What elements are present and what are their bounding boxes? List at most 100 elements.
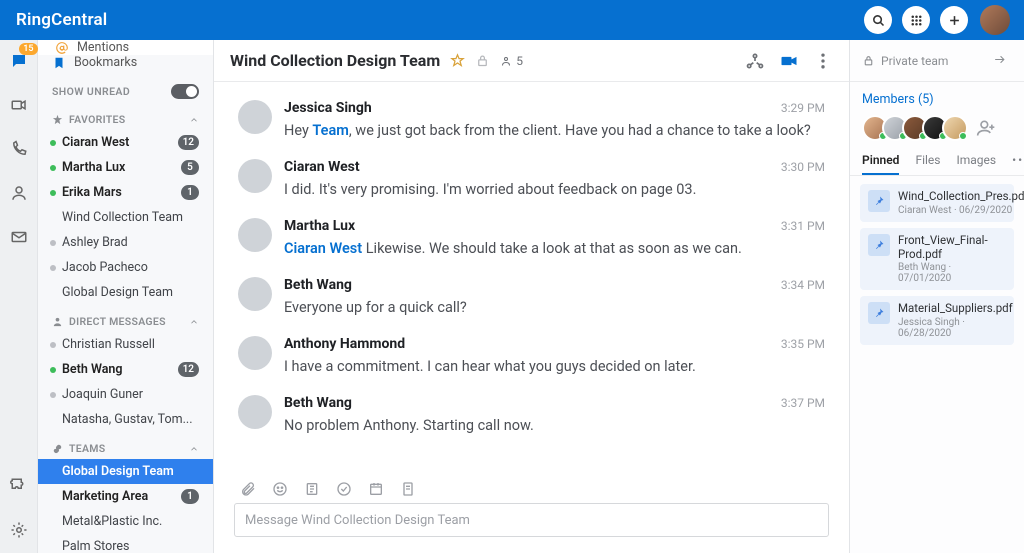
collapse-panel-button[interactable] xyxy=(993,53,1012,69)
sidebar-item[interactable]: Erika Mars1 xyxy=(38,180,213,205)
pinned-file-meta: Beth Wang · 07/01/2020 xyxy=(898,262,1006,284)
sidebar-item-label: Ashley Brad xyxy=(62,235,128,250)
lock-icon xyxy=(862,54,875,67)
presence-dot xyxy=(50,392,56,398)
message-time: 3:31 PM xyxy=(781,219,825,233)
event-button[interactable] xyxy=(368,481,384,497)
privacy-label: Private team xyxy=(881,54,948,68)
show-unread-label: SHOW UNREAD xyxy=(52,85,130,98)
message-time: 3:29 PM xyxy=(781,101,825,115)
plus-icon xyxy=(947,13,962,28)
presence-dot xyxy=(50,240,56,246)
link-small-icon xyxy=(52,443,63,454)
mention[interactable]: Ciaran West xyxy=(284,240,362,257)
lock-icon xyxy=(475,53,490,68)
sidebar-item[interactable]: Marketing Area1 xyxy=(38,484,213,509)
sidebar-item-label: Palm Stores xyxy=(62,539,129,553)
message-text: Everyone up for a quick call? xyxy=(284,297,825,318)
more-vertical-icon xyxy=(813,51,833,71)
sidebar-item[interactable]: Global Design Team xyxy=(38,280,213,305)
message-avatar[interactable] xyxy=(238,395,272,429)
sidebar-item[interactable]: Palm Stores xyxy=(38,534,213,553)
message: Beth Wang3:37 PMNo problem Anthony. Star… xyxy=(214,387,849,446)
favorite-star-button[interactable] xyxy=(450,53,465,68)
sidebar-item[interactable]: Joaquin Guner xyxy=(38,382,213,407)
task-button[interactable] xyxy=(336,481,352,497)
note-button[interactable] xyxy=(304,481,320,497)
member-count[interactable]: 5 xyxy=(500,54,523,68)
member-avatars xyxy=(862,115,1012,141)
dialpad-button[interactable] xyxy=(902,6,930,34)
attach-button[interactable] xyxy=(240,481,256,497)
sidebar-item[interactable]: Wind Collection Team xyxy=(38,205,213,230)
collapse-icon xyxy=(993,53,1006,66)
pinned-item[interactable]: Material_Suppliers.pdfJessica Singh · 06… xyxy=(860,296,1014,345)
new-action-button[interactable] xyxy=(940,6,968,34)
sidebar-item[interactable]: Ashley Brad xyxy=(38,230,213,255)
mentions-tab[interactable]: Mentions xyxy=(38,40,213,55)
sidebar-item[interactable]: Global Design Team xyxy=(38,459,213,484)
tab-more[interactable]: ••• xyxy=(1012,147,1024,175)
message: Anthony Hammond3:35 PMI have a commitmen… xyxy=(214,328,849,387)
rail-video[interactable] xyxy=(8,94,30,116)
sidebar-item-label: Jacob Pacheco xyxy=(62,260,148,275)
members-section: Members (5) xyxy=(850,82,1024,147)
message-avatar[interactable] xyxy=(238,336,272,370)
profile-avatar[interactable] xyxy=(980,5,1010,35)
tab-pinned[interactable]: Pinned xyxy=(862,147,899,175)
message-author: Beth Wang xyxy=(284,395,352,411)
message-avatar[interactable] xyxy=(238,218,272,252)
sidebar-item[interactable]: Martha Lux5 xyxy=(38,155,213,180)
sidebar-item[interactable]: Christian Russell xyxy=(38,332,213,357)
message-avatar[interactable] xyxy=(238,277,272,311)
paperclip-icon xyxy=(240,481,256,497)
rail-settings[interactable] xyxy=(8,519,30,541)
rail-messages[interactable]: 15 xyxy=(8,50,30,72)
favorites-section-header[interactable]: FAVORITES xyxy=(38,103,213,130)
unread-pill: 12 xyxy=(178,362,199,377)
presence-dot xyxy=(50,342,56,348)
teams-section-header[interactable]: TEAMS xyxy=(38,432,213,459)
tab-files[interactable]: Files xyxy=(915,147,940,175)
sidebar-item[interactable]: Beth Wang12 xyxy=(38,357,213,382)
person-icon xyxy=(10,184,28,202)
sidebar-item-label: Joaquin Guner xyxy=(62,387,143,402)
tab-images[interactable]: Images xyxy=(956,147,996,175)
message-text: I did. It's very promising. I'm worried … xyxy=(284,179,825,200)
emoji-button[interactable] xyxy=(272,481,288,497)
member-avatar[interactable] xyxy=(942,115,968,141)
sidebar-item[interactable]: Metal&Plastic Inc. xyxy=(38,509,213,534)
dm-label: DIRECT MESSAGES xyxy=(69,315,166,328)
add-member-button[interactable] xyxy=(976,118,996,138)
integrations-button[interactable] xyxy=(745,51,765,71)
sidebar-item[interactable]: Natasha, Gustav, Tom... xyxy=(38,407,213,432)
search-button[interactable] xyxy=(864,6,892,34)
sidebar-item[interactable]: Jacob Pacheco xyxy=(38,255,213,280)
details-panel: Private team Members (5) xyxy=(850,40,1024,553)
message-avatar[interactable] xyxy=(238,159,272,193)
pinned-item[interactable]: Wind_Collection_Pres.pdfCiaran West · 06… xyxy=(860,184,1014,222)
members-label[interactable]: Members (5) xyxy=(862,92,1012,107)
dm-section-header[interactable]: DIRECT MESSAGES xyxy=(38,305,213,332)
message-avatar[interactable] xyxy=(238,100,272,134)
rail-apps[interactable] xyxy=(8,475,30,497)
pinned-item[interactable]: Front_View_Final-Prod.pdfBeth Wang · 07/… xyxy=(860,228,1014,291)
show-unread-toggle[interactable] xyxy=(171,84,199,99)
rail-contacts[interactable] xyxy=(8,182,30,204)
sidebar-item-label: Marketing Area xyxy=(62,489,148,504)
rail-phone[interactable] xyxy=(8,138,30,160)
chat-more-button[interactable] xyxy=(813,51,833,71)
video-icon xyxy=(779,51,799,71)
mention[interactable]: Team xyxy=(312,122,348,139)
sidebar-item[interactable]: Ciaran West12 xyxy=(38,130,213,155)
code-button[interactable] xyxy=(400,481,416,497)
unread-pill: 1 xyxy=(181,185,199,200)
rail-inbox[interactable] xyxy=(8,226,30,248)
message-placeholder: Message Wind Collection Design Team xyxy=(245,513,470,528)
message-text: No problem Anthony. Starting call now. xyxy=(284,415,825,436)
start-video-button[interactable] xyxy=(779,51,799,71)
message-input[interactable]: Message Wind Collection Design Team xyxy=(234,503,829,537)
chat-header: Wind Collection Design Team 5 xyxy=(214,40,849,82)
details-header: Private team xyxy=(850,40,1024,82)
bookmarks-tab[interactable]: Bookmarks xyxy=(38,55,213,70)
